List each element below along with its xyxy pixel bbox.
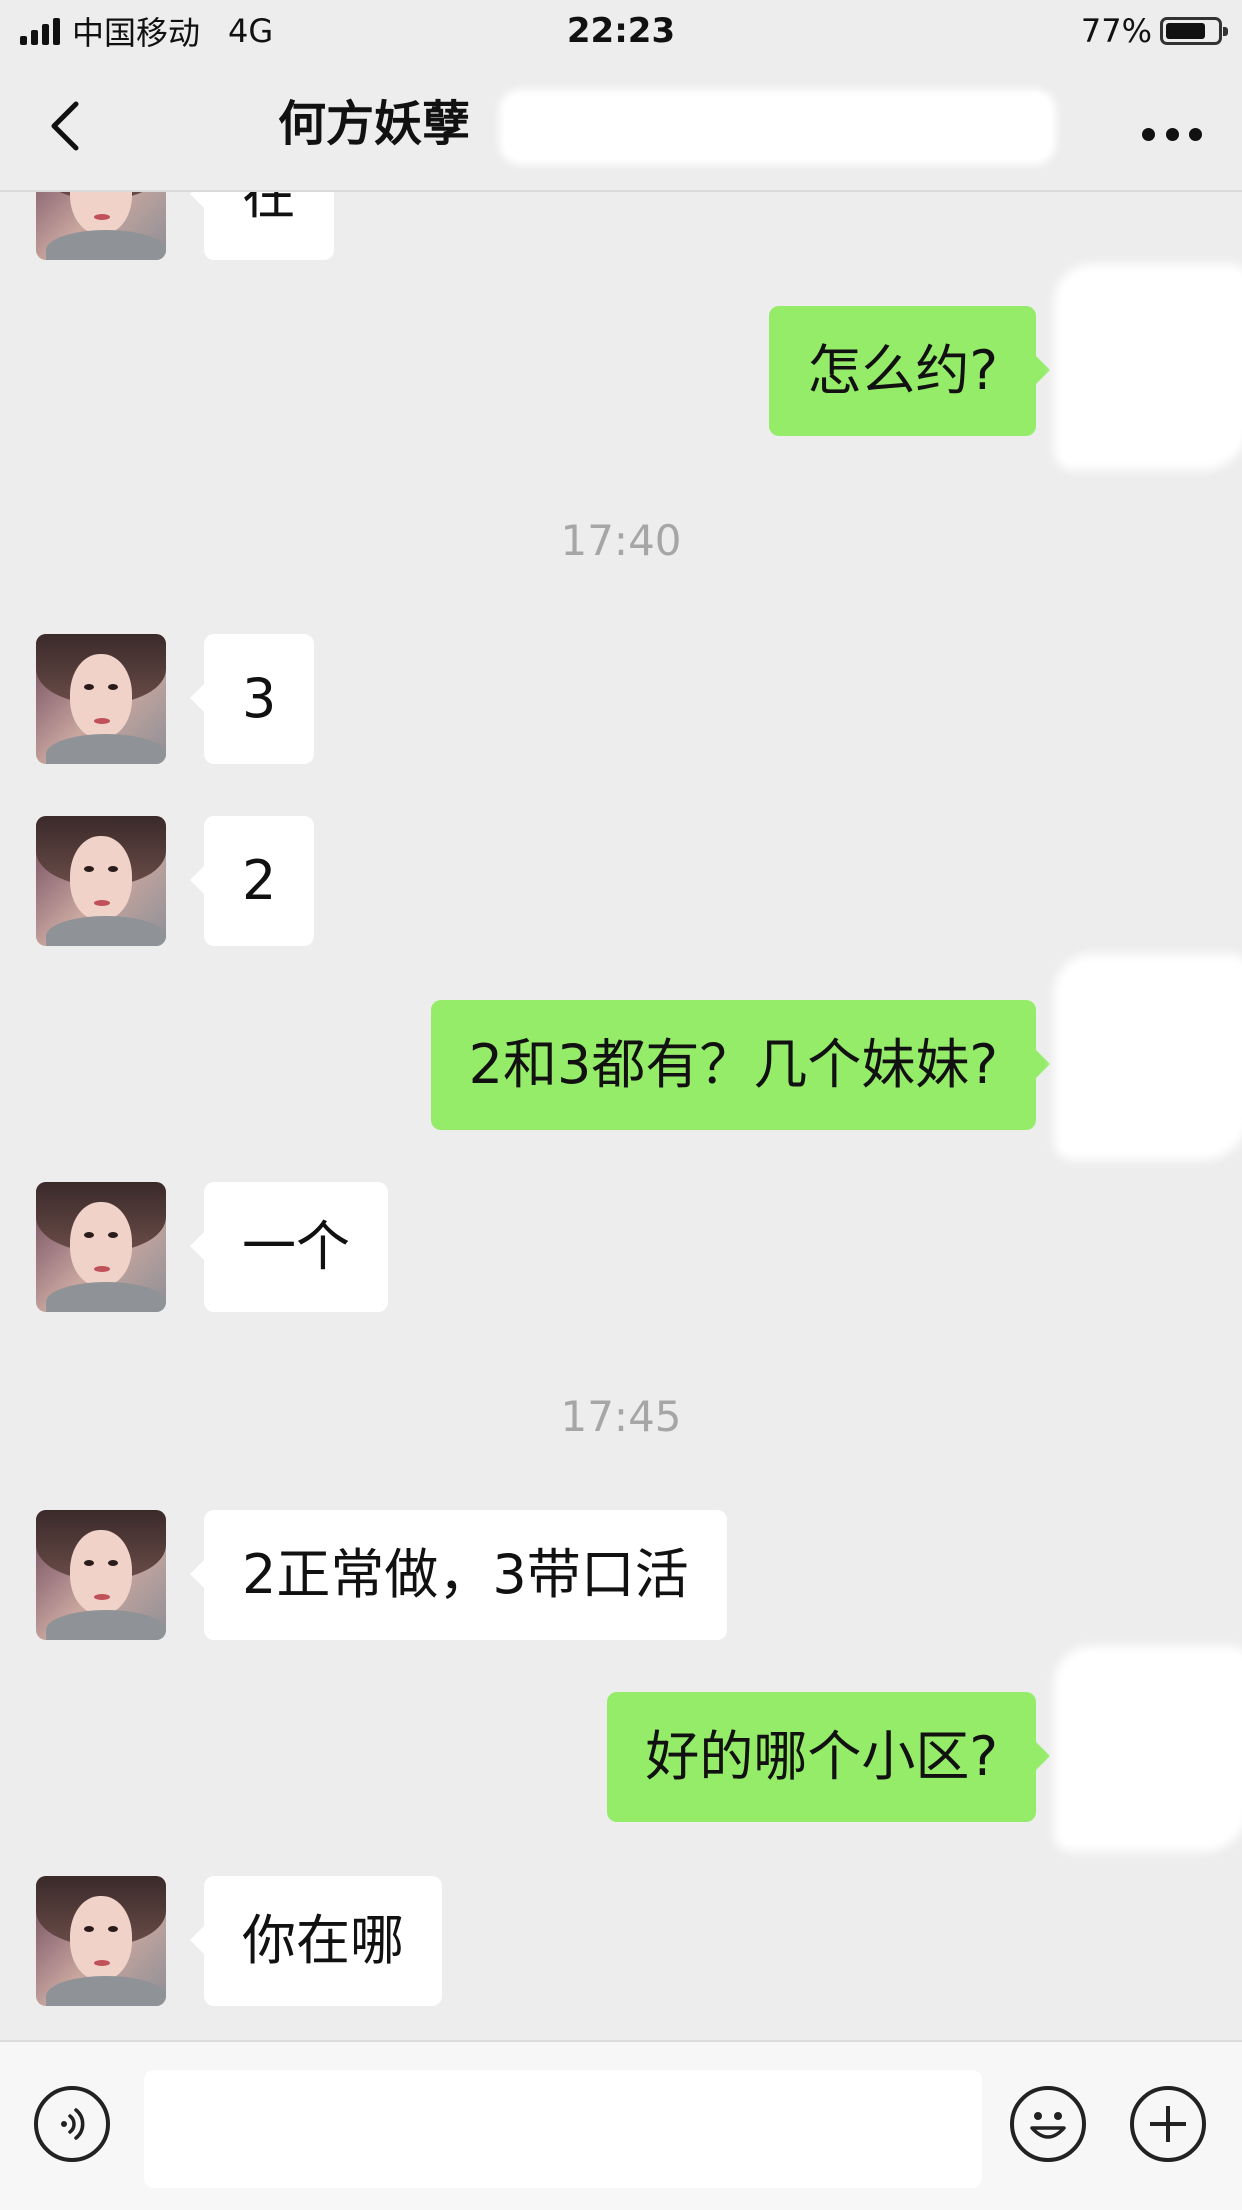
chevron-left-icon[interactable] [40,98,96,154]
status-right: 77% [1080,8,1228,54]
message-timestamp: 17:45 [560,1392,682,1441]
message-bubble-received[interactable]: 2 [189,816,315,946]
battery-percent: 77% [1080,12,1152,50]
message-bubble-sent[interactable]: 2和3都有？几个妹妹? [430,1000,1051,1130]
contact-avatar[interactable] [36,816,166,946]
message-bubble-received[interactable]: 你在哪 [190,1876,442,2006]
message-bubble-received[interactable]: 3 [189,634,315,764]
contact-avatar[interactable] [36,192,166,260]
message-bubble-received[interactable]: 在 [190,192,334,260]
redaction-mark [1062,272,1242,462]
redaction-mark [505,95,1050,159]
contact-avatar[interactable] [36,634,166,764]
contact-avatar[interactable] [36,1182,166,1312]
status-bar: 中国移动 4G 22:23 77% [0,0,1242,62]
redaction-mark [1062,1654,1242,1844]
message-list[interactable]: 在 怎么约? 17:40 3 2 2和3都有？几个妹妹? 一个 17:45 2正… [0,192,1242,2040]
input-bar [0,2040,1242,2210]
message-bubble-sent[interactable]: 好的哪个小区? [607,1692,1050,1822]
message-input[interactable] [144,2070,982,2188]
message-bubble-sent[interactable]: 怎么约? [769,306,1050,436]
message-bubble-received[interactable]: 2正常做，3带口活 [190,1510,727,1640]
redaction-mark [1062,962,1242,1152]
plus-icon[interactable] [1130,2086,1206,2162]
chat-title: 何方妖孽 [278,96,471,152]
contact-avatar[interactable] [36,1876,166,2006]
ellipsis-icon[interactable] [1142,122,1202,146]
emoji-icon[interactable] [1010,2086,1086,2162]
contact-avatar[interactable] [36,1510,166,1640]
clock: 22:23 [566,11,676,51]
battery-icon [1160,17,1228,45]
chat-header: 何方妖孽 [0,62,1242,192]
battery-level [1166,23,1205,39]
voice-icon[interactable] [34,2086,110,2162]
message-timestamp: 17:40 [560,516,682,565]
message-bubble-received[interactable]: 一个 [190,1182,388,1312]
